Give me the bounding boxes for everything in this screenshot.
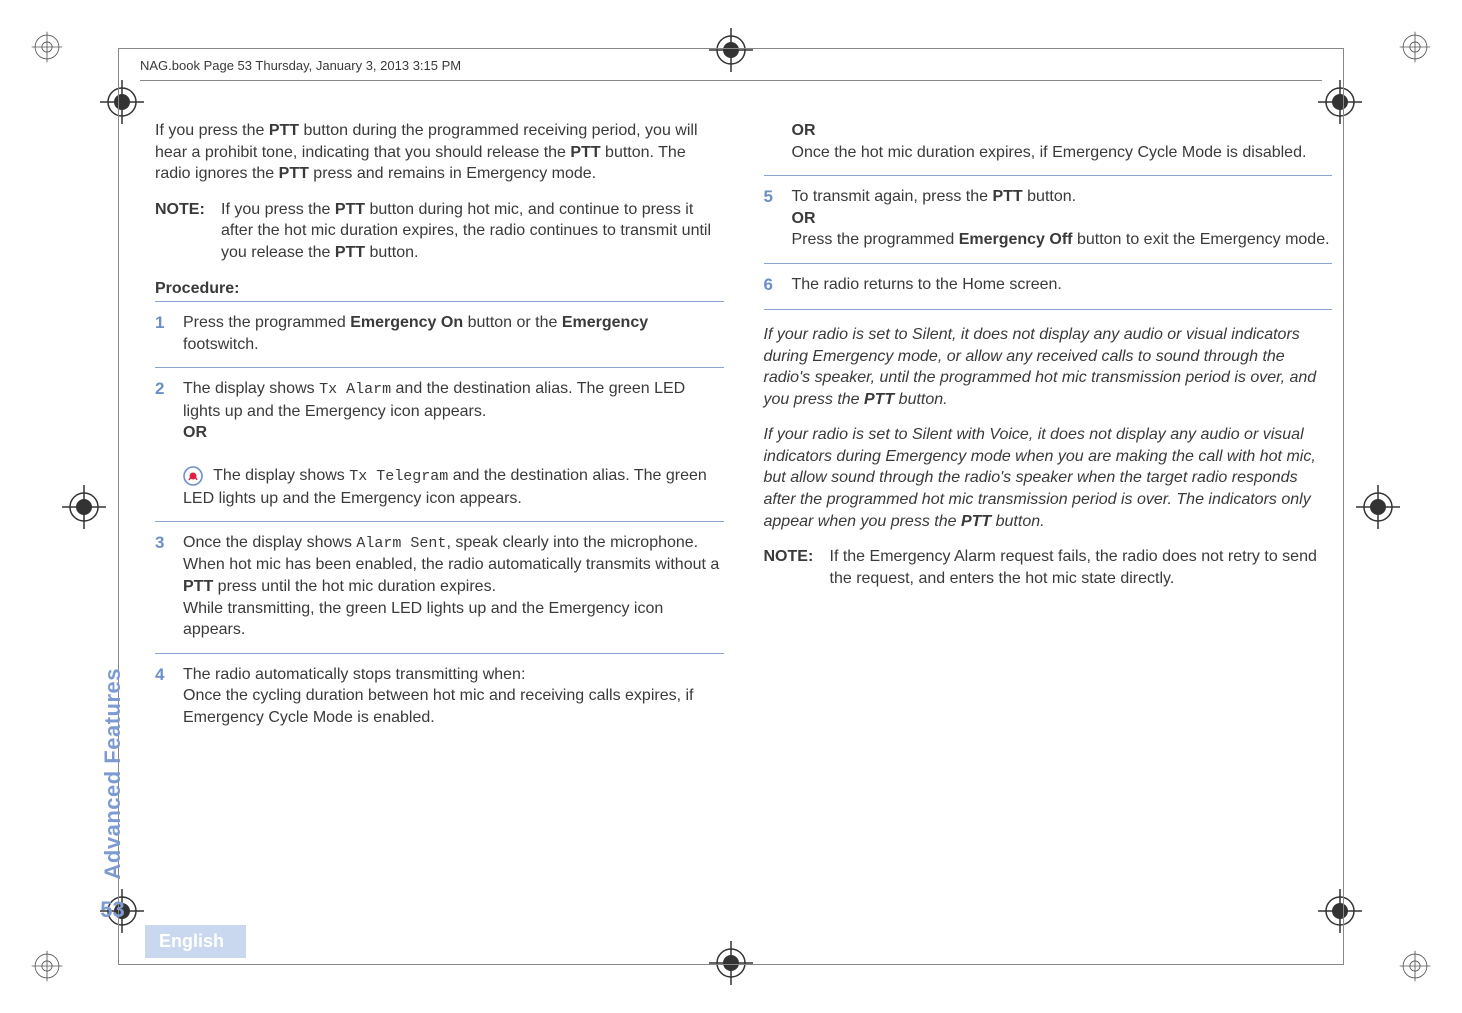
step-number-blank xyxy=(764,120,780,163)
note-label: NOTE: xyxy=(155,199,211,264)
step-number: 5 xyxy=(764,186,780,251)
running-head: NAG.book Page 53 Thursday, January 3, 20… xyxy=(140,58,461,73)
header-rule xyxy=(140,80,1322,81)
or-label: OR xyxy=(792,122,816,139)
display-text: Alarm Sent xyxy=(356,535,446,552)
step-number: 4 xyxy=(155,664,171,729)
or-label: OR xyxy=(183,424,207,441)
left-column: If you press the PTT button during the p… xyxy=(155,120,724,923)
emergency-icon xyxy=(183,466,203,486)
registration-mark-icon xyxy=(30,30,64,64)
procedure-heading: Procedure: xyxy=(155,278,724,300)
step-body: The radio returns to the Home screen. xyxy=(792,274,1333,297)
silent-paragraph: If your radio is set to Silent, it does … xyxy=(764,324,1333,410)
note-block: NOTE: If you press the PTT button during… xyxy=(155,199,724,264)
step-3: 3 Once the display shows Alarm Sent, spe… xyxy=(155,522,724,654)
note-body: If the Emergency Alarm request fails, th… xyxy=(830,546,1333,589)
step-2-text-b: The display shows Tx Telegram and the de… xyxy=(183,467,707,506)
page-number: 53 xyxy=(100,897,124,923)
or-label: OR xyxy=(792,210,816,227)
crosshair-icon xyxy=(1356,485,1400,529)
note-body: If you press the PTT button during hot m… xyxy=(221,199,724,264)
step-4: 4 The radio automatically stops transmit… xyxy=(155,654,724,741)
language-tag: English xyxy=(145,925,246,958)
step-body: To transmit again, press the PTT button.… xyxy=(792,186,1333,251)
registration-mark-icon xyxy=(1398,30,1432,64)
step-4-continued: OR Once the hot mic duration expires, if… xyxy=(764,120,1333,176)
step-number: 1 xyxy=(155,312,171,355)
sidebar: Advanced Features 53 xyxy=(85,120,140,923)
note-label: NOTE: xyxy=(764,546,820,589)
step-2: 2 The display shows Tx Alarm and the des… xyxy=(155,368,724,522)
step-6: 6 The radio returns to the Home screen. xyxy=(764,264,1333,310)
step-body: The radio automatically stops transmitti… xyxy=(183,664,724,729)
step-number: 3 xyxy=(155,532,171,641)
registration-mark-icon xyxy=(1398,949,1432,983)
intro-paragraph: If you press the PTT button during the p… xyxy=(155,120,724,185)
step-body: Press the programmed Emergency On button… xyxy=(183,312,724,355)
note-block-2: NOTE: If the Emergency Alarm request fai… xyxy=(764,546,1333,589)
registration-mark-icon xyxy=(30,949,64,983)
display-text: Tx Alarm xyxy=(319,381,391,398)
step-4-cont-text: Once the hot mic duration expires, if Em… xyxy=(792,144,1307,161)
step-4-line-1: The radio automatically stops transmitti… xyxy=(183,666,525,683)
step-body: Once the display shows Alarm Sent, speak… xyxy=(183,532,724,641)
step-body: OR Once the hot mic duration expires, if… xyxy=(792,120,1333,163)
step-2-text-a: The display shows Tx Alarm and the desti… xyxy=(183,380,685,419)
silent-voice-paragraph: If your radio is set to Silent with Voic… xyxy=(764,424,1333,532)
step-body: The display shows Tx Alarm and the desti… xyxy=(183,378,724,509)
page-content: Advanced Features 53 If you press the PT… xyxy=(85,120,1332,923)
right-column: OR Once the hot mic duration expires, if… xyxy=(764,120,1333,923)
step-1: 1 Press the programmed Emergency On butt… xyxy=(155,301,724,368)
step-number: 2 xyxy=(155,378,171,509)
section-label: Advanced Features xyxy=(100,668,126,879)
display-text: Tx Telegram xyxy=(349,468,448,485)
step-number: 6 xyxy=(764,274,780,297)
step-4-line-2: Once the cycling duration between hot mi… xyxy=(183,687,693,726)
step-5: 5 To transmit again, press the PTT butto… xyxy=(764,176,1333,264)
step-3-line-2: While transmitting, the green LED lights… xyxy=(183,600,663,639)
